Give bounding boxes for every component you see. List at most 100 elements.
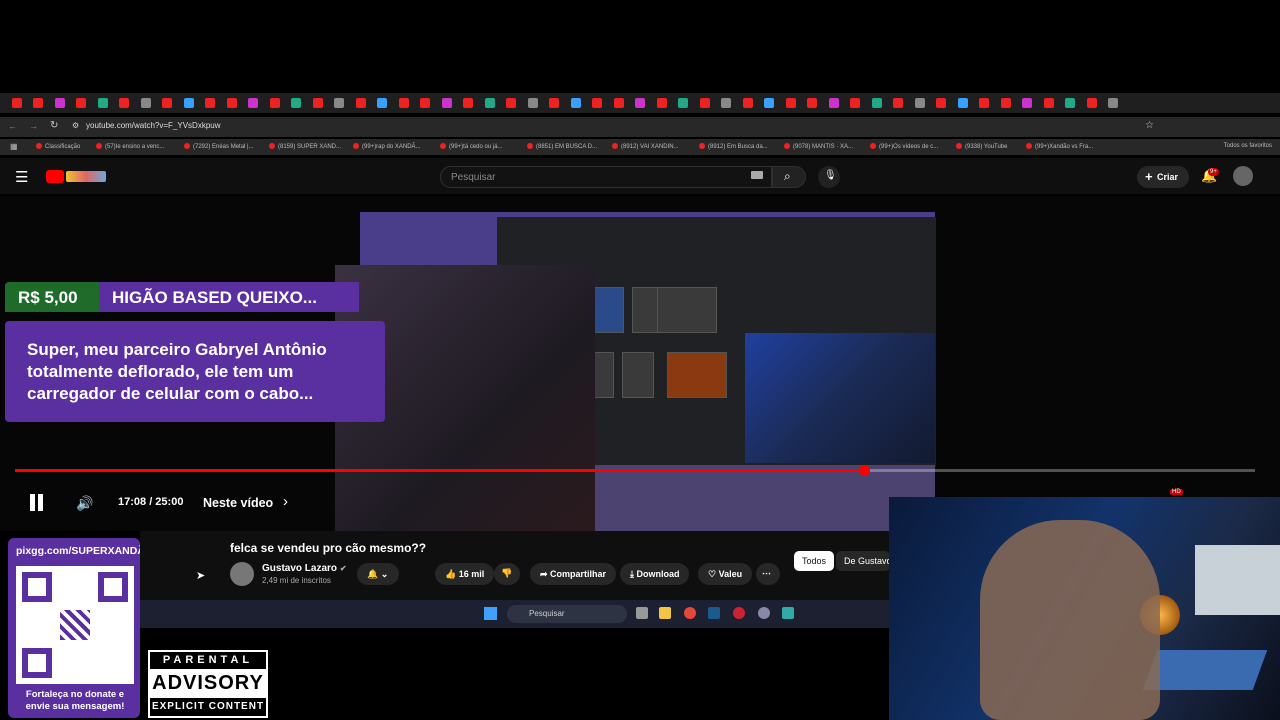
browser-tab[interactable] [635, 98, 645, 108]
browser-tab[interactable] [871, 98, 882, 108]
bookmark-item[interactable]: (99+)tá cedo ou já... [440, 143, 503, 150]
chevron-right-icon[interactable]: › [283, 493, 288, 510]
browser-tab[interactable] [334, 98, 344, 108]
voice-search-button[interactable]: 🎙 [818, 166, 840, 188]
browser-tab[interactable] [248, 98, 258, 108]
site-info-icon[interactable]: ⚙ [72, 121, 79, 130]
bookmark-item[interactable]: (8912) VAI XANDIN... [612, 143, 679, 150]
search-input[interactable]: Pesquisar [440, 166, 772, 188]
bookmark-item[interactable]: Classificação [36, 143, 80, 150]
account-avatar[interactable] [1233, 166, 1253, 186]
browser-tab[interactable] [420, 98, 430, 108]
browser-tab[interactable] [1043, 98, 1054, 108]
bookmark-item[interactable]: (8912) Em Busca da... [699, 143, 768, 150]
filter-chip-all[interactable]: Todos [794, 551, 835, 571]
steam-icon[interactable] [708, 607, 720, 619]
chrome-icon[interactable] [684, 607, 696, 619]
create-button[interactable]: + Criar [1137, 166, 1189, 188]
browser-tab[interactable] [269, 98, 280, 108]
browser-tab[interactable] [592, 98, 602, 108]
settings-icon[interactable] [758, 607, 770, 619]
bookmark-item[interactable]: (99+)Os vídeos de c... [870, 143, 938, 150]
browser-tab[interactable] [1108, 98, 1118, 108]
browser-tab[interactable] [226, 98, 237, 108]
browser-tab[interactable] [613, 98, 624, 108]
address-bar[interactable]: youtube.com/watch?v=F_YVsDxkpuw [86, 121, 221, 130]
browser-tab[interactable] [1086, 98, 1097, 108]
browser-tab[interactable] [742, 98, 753, 108]
filter-chip-channel[interactable]: De Gustavo [836, 551, 890, 571]
browser-tab[interactable] [527, 98, 538, 108]
browser-tab[interactable] [11, 98, 22, 108]
all-bookmarks-folder[interactable]: Todos os favoritos [1224, 143, 1272, 149]
browser-tab[interactable] [764, 98, 774, 108]
browser-tab[interactable] [97, 98, 108, 108]
youtube-logo[interactable] [46, 170, 106, 184]
subscribe-bell-button[interactable]: 🔔 ⌄ [357, 563, 399, 585]
dislike-button[interactable]: 👎 [494, 563, 520, 585]
search-button[interactable]: ⌕ [772, 166, 806, 188]
browser-tab[interactable] [979, 98, 989, 108]
browser-tab[interactable] [785, 98, 796, 108]
browser-tab[interactable] [828, 98, 839, 108]
thanks-button[interactable]: ♡ Valeu [698, 563, 753, 585]
app-icon[interactable] [733, 607, 745, 619]
app-icon[interactable] [782, 607, 794, 619]
chapters-button[interactable]: Neste vídeo [203, 496, 273, 510]
browser-tab[interactable] [54, 98, 65, 108]
browser-tab[interactable] [936, 98, 946, 108]
bookmark-item[interactable]: (9078) MANTIS · XA... [784, 143, 853, 150]
browser-tab[interactable] [570, 98, 581, 108]
taskbar-search-input[interactable]: Pesquisar [507, 605, 627, 623]
browser-tab[interactable] [721, 98, 731, 108]
browser-tab[interactable] [893, 98, 903, 108]
browser-tab[interactable] [441, 98, 452, 108]
browser-tab[interactable] [291, 98, 301, 108]
windows-start-icon[interactable] [484, 607, 497, 620]
browser-tab[interactable] [377, 98, 387, 108]
browser-tab[interactable] [1065, 98, 1075, 108]
browser-tab[interactable] [463, 98, 473, 108]
download-button[interactable]: ⤓ Download [620, 563, 690, 585]
bookmark-item[interactable]: (9338) YouTube [956, 143, 1007, 150]
browser-tab[interactable] [1022, 98, 1032, 108]
reload-icon[interactable]: ↻ [50, 120, 58, 131]
browser-tab[interactable] [119, 98, 129, 108]
bookmark-star-icon[interactable]: ☆ [1145, 120, 1154, 131]
browser-tab[interactable] [850, 98, 860, 108]
like-button[interactable]: 👍 16 mil [435, 563, 495, 585]
browser-tab[interactable] [807, 98, 817, 108]
browser-tab[interactable] [549, 98, 559, 108]
browser-tab[interactable] [699, 98, 710, 108]
browser-tab[interactable] [205, 98, 215, 108]
apps-icon[interactable]: ▦ [10, 142, 18, 151]
menu-icon[interactable]: ☰ [15, 168, 28, 186]
bookmark-item[interactable]: (8159) SUPER XAND... [269, 143, 341, 150]
channel-avatar[interactable] [230, 562, 254, 586]
bookmark-item[interactable]: (7292) Enéas Metal |... [184, 143, 254, 150]
browser-tab[interactable] [355, 98, 366, 108]
browser-tab[interactable] [183, 98, 194, 108]
browser-tab[interactable] [656, 98, 667, 108]
browser-tab[interactable] [162, 98, 172, 108]
pause-icon[interactable] [29, 494, 45, 511]
volume-icon[interactable]: 🔊 [76, 495, 93, 512]
bookmark-item[interactable]: (99+)rap do XANDÃ... [353, 143, 421, 150]
file-explorer-icon[interactable] [659, 607, 671, 619]
bookmark-item[interactable]: (8851) EM BUSCA D... [527, 143, 597, 150]
browser-tab[interactable] [398, 98, 409, 108]
browser-tab[interactable] [140, 98, 151, 108]
browser-tab[interactable] [484, 98, 495, 108]
bookmark-item[interactable]: (57)Ie ensino a venc... [96, 143, 164, 150]
share-button[interactable]: ➦ Compartilhar [530, 563, 617, 585]
forward-icon[interactable]: → [29, 121, 38, 131]
browser-tab[interactable] [1000, 98, 1011, 108]
browser-tab[interactable] [76, 98, 86, 108]
browser-tab[interactable] [678, 98, 688, 108]
browser-tab[interactable] [506, 98, 516, 108]
browser-tab[interactable] [914, 98, 925, 108]
task-view-icon[interactable] [636, 607, 648, 619]
channel-name[interactable]: Gustavo Lazaro ✔ [262, 563, 347, 574]
bookmark-item[interactable]: (99+)Xandão vs Fra... [1026, 143, 1093, 150]
keyboard-icon[interactable] [751, 171, 763, 179]
